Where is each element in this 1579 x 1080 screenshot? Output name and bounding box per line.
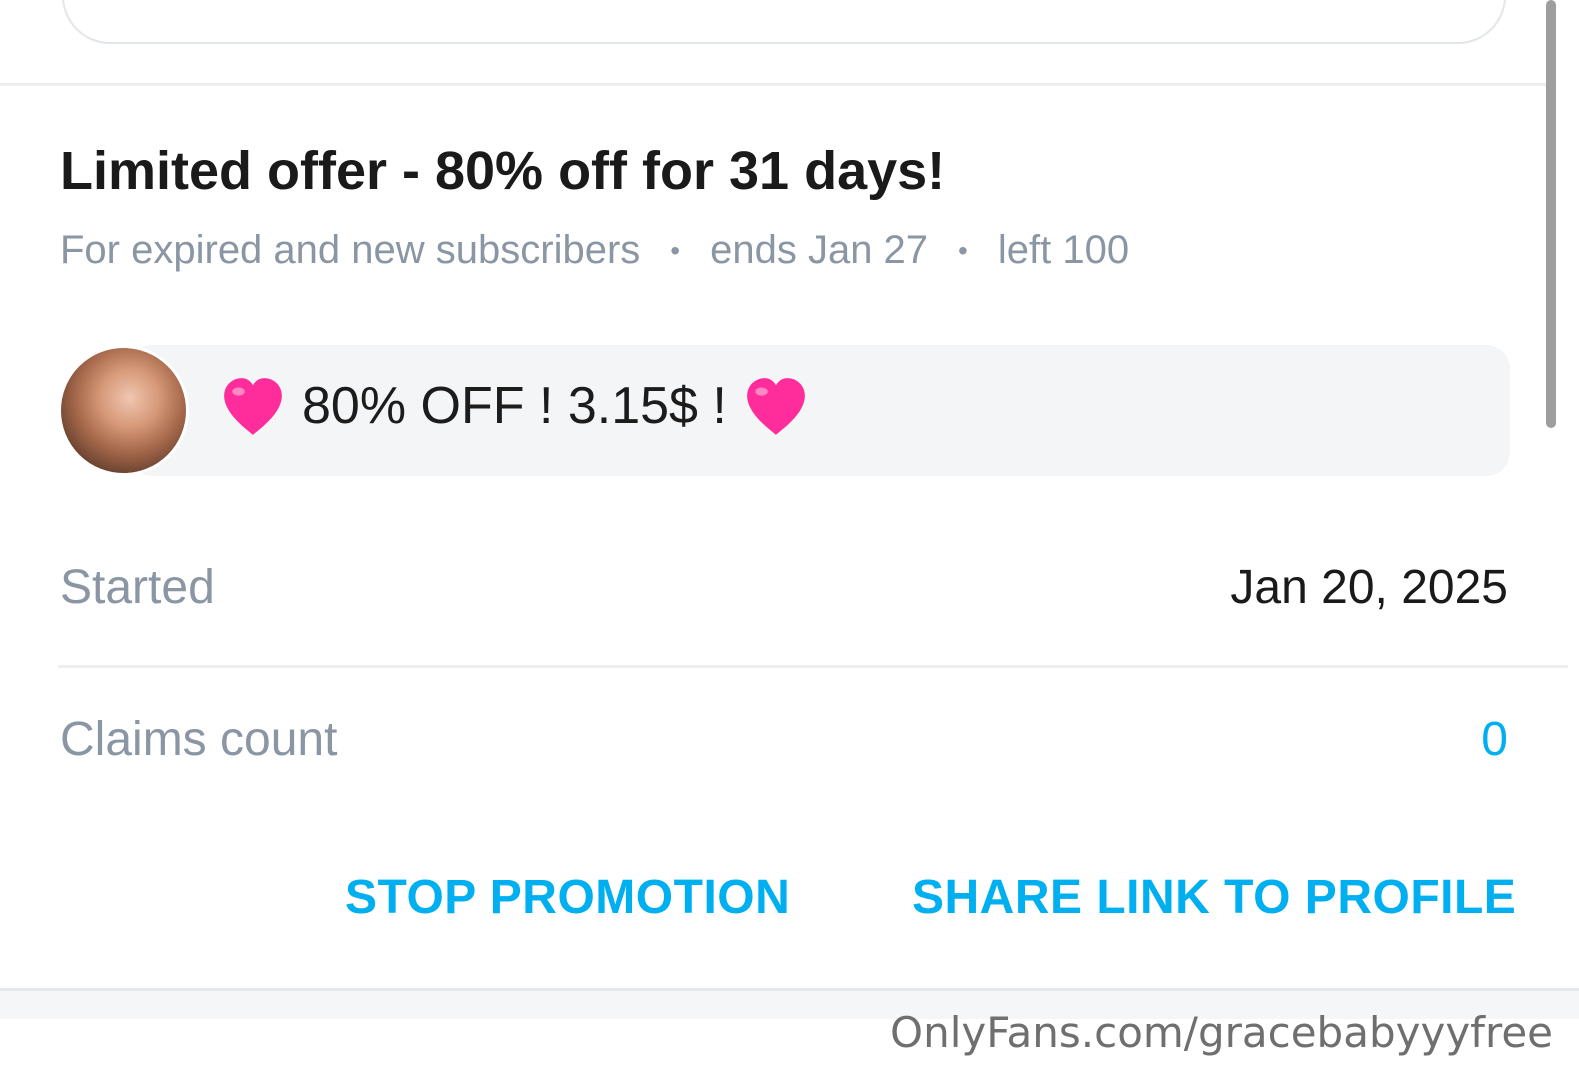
offer-title: Limited offer - 80% off for 31 days! [60, 141, 946, 201]
previous-card-bottom [62, 0, 1506, 44]
separator-dot: • [670, 234, 681, 266]
claims-label: Claims count [60, 713, 338, 766]
divider [0, 83, 1548, 86]
promotion-page: Limited offer - 80% off for 31 days! For… [0, 0, 1579, 1080]
started-row: Started Jan 20, 2025 [60, 560, 1508, 615]
pink-heart-icon [747, 378, 805, 435]
message-content: 80% OFF ! 3.15$ ! [220, 373, 825, 439]
pink-heart-icon [224, 378, 282, 435]
started-date: Jan 20, 2025 [1230, 561, 1508, 614]
watermark: OnlyFans.com/gracebabyyyfree [890, 1008, 1553, 1057]
offer-meta: For expired and new subscribers • ends J… [60, 228, 1129, 273]
stop-promotion-button[interactable]: STOP PROMOTION [345, 870, 790, 925]
avatar[interactable] [58, 345, 189, 476]
offer-audience: For expired and new subscribers [60, 228, 641, 272]
started-label: Started [60, 561, 215, 614]
separator-dot: • [958, 234, 968, 266]
offer-remaining: left 100 [997, 228, 1130, 272]
scrollbar[interactable] [1546, 0, 1556, 428]
offer-end-date: ends Jan 27 [710, 228, 929, 272]
claims-count[interactable]: 0 [1481, 712, 1508, 767]
message-text: 80% OFF ! 3.15$ ! [302, 377, 727, 435]
claims-row: Claims count 0 [60, 712, 1508, 767]
share-link-button[interactable]: SHARE LINK TO PROFILE [912, 870, 1516, 925]
divider [58, 665, 1568, 668]
promotion-message: 80% OFF ! 3.15$ ! [58, 345, 1510, 476]
